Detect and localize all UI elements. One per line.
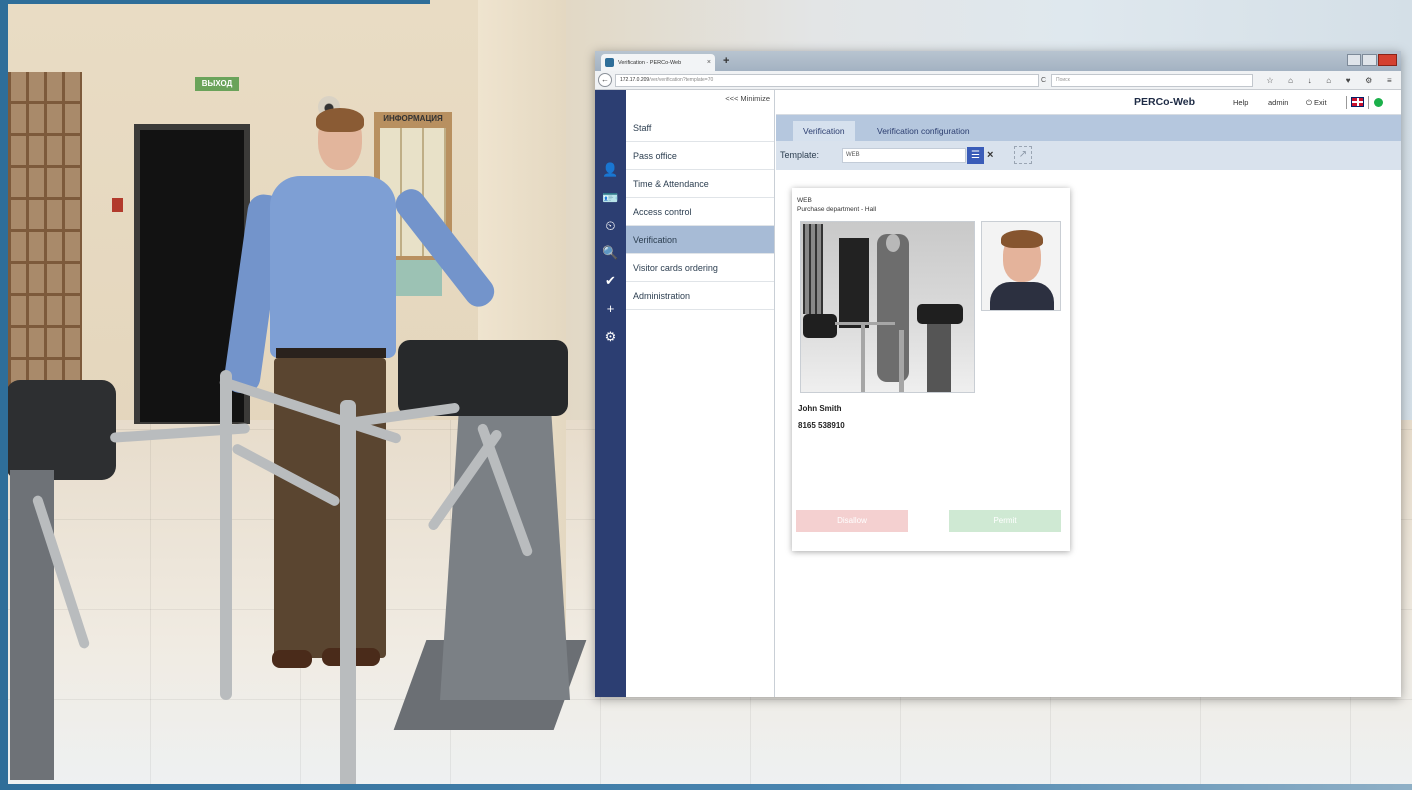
close-window-button[interactable] <box>1377 54 1398 66</box>
reload-icon[interactable]: C <box>1041 74 1046 87</box>
maximize-window-button[interactable] <box>1362 54 1377 66</box>
header-divider <box>1346 96 1347 109</box>
fire-alarm-box <box>112 198 123 212</box>
card-template-name: WEB <box>797 197 812 204</box>
address-bar[interactable]: 172.17.0.209/ver/verification?template=7… <box>615 74 1039 87</box>
window-controls <box>1347 54 1398 66</box>
perco-app: 👤 🪪 ⏲ 🔍 ✔ + ⚙ <<< Minimize Staff Pass of… <box>595 90 1401 697</box>
camera-snapshot <box>800 221 975 393</box>
employee-name: John Smith <box>798 404 842 413</box>
favicon-icon <box>605 58 614 67</box>
frame-left <box>0 0 8 790</box>
browser-search-input[interactable]: Поиск <box>1051 74 1253 87</box>
frame-bottom <box>0 784 1412 790</box>
download-icon[interactable]: ↓ <box>1308 74 1312 87</box>
template-bar: Template: WEB ☰ × ↗ <box>776 141 1401 170</box>
frame-top <box>0 0 430 4</box>
connection-status-icon <box>1374 98 1383 107</box>
hamburger-menu-icon[interactable]: ≡ <box>1387 74 1392 87</box>
browser-toolbar: ← 172.17.0.209/ver/verification?template… <box>595 71 1401 90</box>
power-icon: ⏻ <box>1306 98 1312 107</box>
exit-label: Exit <box>1314 98 1327 107</box>
user-link[interactable]: admin <box>1268 98 1288 107</box>
tab-verification-configuration[interactable]: Verification configuration <box>867 121 980 141</box>
pass-office-icon[interactable]: 🪪 <box>601 188 620 207</box>
sidebar-menu: <<< Minimize Staff Pass office Time & At… <box>626 90 775 697</box>
sidebar-item-verification[interactable]: Verification <box>626 226 774 254</box>
close-tab-icon[interactable]: × <box>707 59 711 66</box>
verification-icon[interactable]: ✔ <box>601 271 620 290</box>
visitor-cards-icon[interactable]: + <box>601 299 620 318</box>
back-button[interactable]: ← <box>598 73 612 87</box>
pigeonhole-shelf <box>8 72 82 392</box>
verification-card: WEB Purchase department - Hall John Smit… <box>792 188 1070 551</box>
sidebar-item-visitor-cards-ordering[interactable]: Visitor cards ordering <box>626 254 774 282</box>
card-location: Purchase department - Hall <box>797 206 877 213</box>
turnstile-bar <box>340 400 356 790</box>
template-input[interactable]: WEB <box>842 148 966 163</box>
browser-tab-strip: Verification - PERCo-Web × + <box>595 51 1401 71</box>
browser-toolbar-icons: ☆ ⌂ ↓ ⌂ ♥ ⚙ ≡ <box>1259 74 1399 87</box>
clear-template-icon[interactable]: × <box>987 147 993 164</box>
browser-tab[interactable]: Verification - PERCo-Web × <box>601 54 715 71</box>
turnstile-right-head <box>398 340 568 416</box>
pocket-icon[interactable]: ♥ <box>1346 74 1351 87</box>
url-host: 172.17.0.209 <box>620 77 650 83</box>
extension-icon[interactable]: ⚙ <box>1365 74 1372 87</box>
home-icon[interactable]: ⌂ <box>1326 74 1331 87</box>
open-external-icon[interactable]: ↗ <box>1014 146 1032 164</box>
sidebar-item-pass-office[interactable]: Pass office <box>626 142 774 170</box>
app-brand: PERCo-Web <box>1134 96 1196 108</box>
exit-sign: ВЫХОД <box>195 77 239 91</box>
employee-photo <box>981 221 1061 311</box>
permit-button[interactable]: Permit <box>949 510 1061 532</box>
reading-list-icon[interactable]: ⌂ <box>1288 74 1293 87</box>
turnstile-bar <box>220 370 232 700</box>
exit-link[interactable]: ⏻ Exit <box>1306 98 1327 108</box>
tab-verification[interactable]: Verification <box>793 121 855 141</box>
minimize-sidebar-link[interactable]: <<< Minimize <box>725 94 770 103</box>
template-label: Template: <box>780 150 820 160</box>
turnstile-right-post <box>440 400 570 700</box>
page-tabs: Verification Verification configuration <box>776 115 1401 141</box>
bookmark-star-icon[interactable]: ☆ <box>1266 74 1273 87</box>
new-tab-button[interactable]: + <box>723 54 729 68</box>
sidebar-item-time-attendance[interactable]: Time & Attendance <box>626 170 774 198</box>
disallow-button[interactable]: Disallow <box>796 510 908 532</box>
header-divider <box>1368 96 1369 109</box>
main-content: PERCo-Web Help admin ⏻ Exit Verification… <box>776 90 1401 697</box>
sidebar-item-staff[interactable]: Staff <box>626 114 774 142</box>
url-path: /ver/verification?template=70 <box>649 77 714 83</box>
card-number: 8165 538910 <box>798 421 845 430</box>
sidebar-item-access-control[interactable]: Access control <box>626 198 774 226</box>
app-header: PERCo-Web Help admin ⏻ Exit <box>776 90 1401 115</box>
icon-rail: 👤 🪪 ⏲ 🔍 ✔ + ⚙ <box>595 90 626 697</box>
minimize-window-button[interactable] <box>1347 54 1362 66</box>
administration-icon[interactable]: ⚙ <box>601 327 620 346</box>
language-flag-icon[interactable] <box>1351 97 1364 107</box>
browser-window: Verification - PERCo-Web × + ← 172.17.0.… <box>595 51 1401 697</box>
access-control-icon[interactable]: 🔍 <box>601 243 620 262</box>
staff-icon[interactable]: 👤 <box>601 160 620 179</box>
browser-tab-title: Verification - PERCo-Web <box>618 59 682 66</box>
help-link[interactable]: Help <box>1233 98 1248 107</box>
turnstile-left-head <box>6 380 116 480</box>
sidebar-item-administration[interactable]: Administration <box>626 282 774 310</box>
time-attendance-icon[interactable]: ⏲ <box>601 216 620 235</box>
template-list-icon[interactable]: ☰ <box>967 147 984 164</box>
